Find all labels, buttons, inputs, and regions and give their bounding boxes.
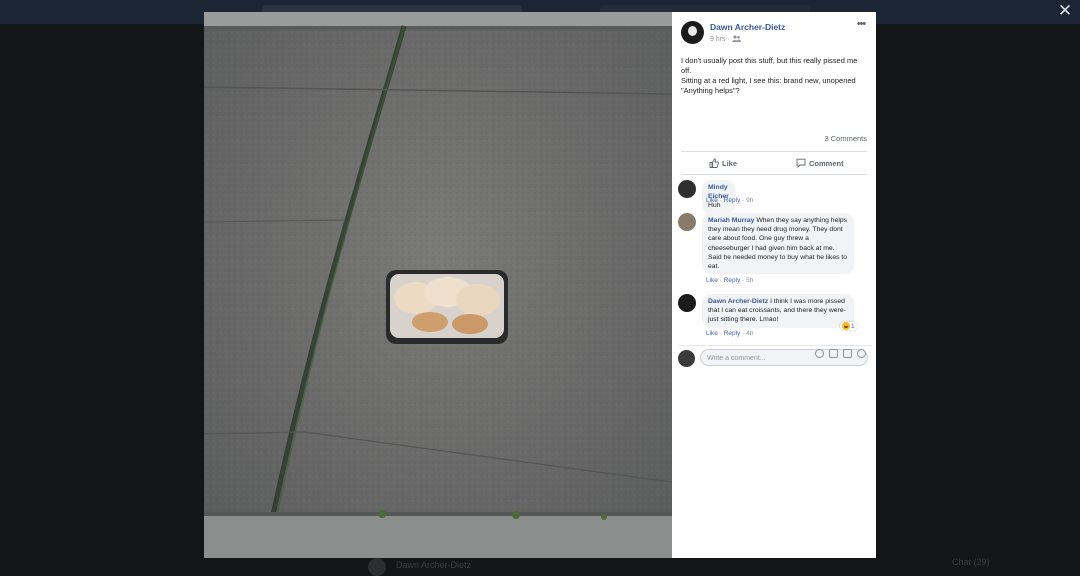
comment-text: When they say anything helps they mean t… [708, 217, 848, 271]
comment-meta: Like · Reply · 9h [706, 197, 754, 204]
post-text-line: Sitting at a red light, I see this: bran… [681, 76, 856, 85]
comment-avatar[interactable] [678, 213, 696, 231]
comment-time[interactable]: 9h [746, 197, 753, 204]
avatar[interactable] [681, 21, 704, 44]
comment-avatar[interactable] [678, 294, 696, 312]
post-text-line: I don't usually post this stuff, but thi… [681, 56, 858, 75]
comment-time[interactable]: 5h [746, 277, 753, 284]
comment-composer: Write a comment... [678, 345, 872, 372]
post-actions-bar: Like Comment [681, 151, 867, 175]
comment-bubble-icon [796, 158, 806, 168]
emoji-icon[interactable] [815, 349, 824, 358]
background-chat-label: Chat (29) [952, 557, 990, 567]
post-text-line: "Anything helps"? [681, 86, 740, 95]
comment-reply-link[interactable]: Reply [724, 330, 741, 337]
comment-reply-link[interactable]: Reply [724, 197, 741, 204]
comment-like-link[interactable]: Like [706, 197, 718, 204]
thumbs-up-icon [709, 158, 719, 168]
comment-bubble: Mariah Murray When they say anything hel… [702, 213, 854, 275]
like-button[interactable]: Like [709, 157, 737, 169]
post-sidebar: Dawn Archer-Dietz 9 hrs · ••• I don't us… [672, 12, 876, 558]
comment-label: Comment [809, 158, 844, 168]
post-photo[interactable] [204, 12, 672, 558]
comment-meta: Like · Reply · 4h [706, 330, 754, 337]
comment-avatar[interactable] [678, 180, 696, 198]
comment-like-link[interactable]: Like [706, 330, 718, 337]
post-text: I don't usually post this stuff, but thi… [681, 56, 867, 96]
post-timestamp[interactable]: 9 hrs [710, 36, 726, 43]
comment-bubble: Dawn Archer-Dietz I think I was more pis… [702, 294, 854, 328]
comment-time[interactable]: 4h [746, 330, 753, 337]
more-options-icon[interactable]: ••• [853, 19, 869, 31]
close-icon[interactable]: ✕ [1056, 2, 1074, 20]
comment-meta: Like · Reply · 5h [706, 277, 754, 284]
sidewalk-photo-image [204, 12, 672, 558]
gif-icon[interactable] [843, 349, 852, 358]
comment-button[interactable]: Comment [796, 157, 844, 169]
post-meta: 9 hrs · [710, 35, 741, 44]
reaction-count: 1 [851, 322, 855, 330]
comment-author[interactable]: Mariah Murray [708, 217, 754, 224]
background-post-author: Dawn Archer-Dietz [368, 558, 478, 576]
like-label: Like [722, 158, 738, 168]
friends-icon[interactable] [731, 35, 741, 44]
composer-icons [815, 349, 866, 358]
sticker-icon[interactable] [857, 349, 866, 358]
comment-reaction-badge[interactable]: 1 [840, 322, 857, 330]
camera-icon[interactable] [829, 349, 838, 358]
comment-reply-link[interactable]: Reply [724, 277, 741, 284]
comments-count-link[interactable]: 3 Comments [824, 134, 867, 143]
background-avatar [368, 558, 386, 576]
comment-author[interactable]: Dawn Archer-Dietz [708, 298, 768, 305]
viewer-avatar [678, 350, 695, 367]
background-author-name: Dawn Archer-Dietz [396, 560, 472, 570]
comment-like-link[interactable]: Like [706, 277, 718, 284]
post-author-name[interactable]: Dawn Archer-Dietz [710, 22, 785, 32]
post-header: Dawn Archer-Dietz 9 hrs · ••• [672, 12, 876, 52]
haha-emoji-icon [842, 322, 850, 330]
